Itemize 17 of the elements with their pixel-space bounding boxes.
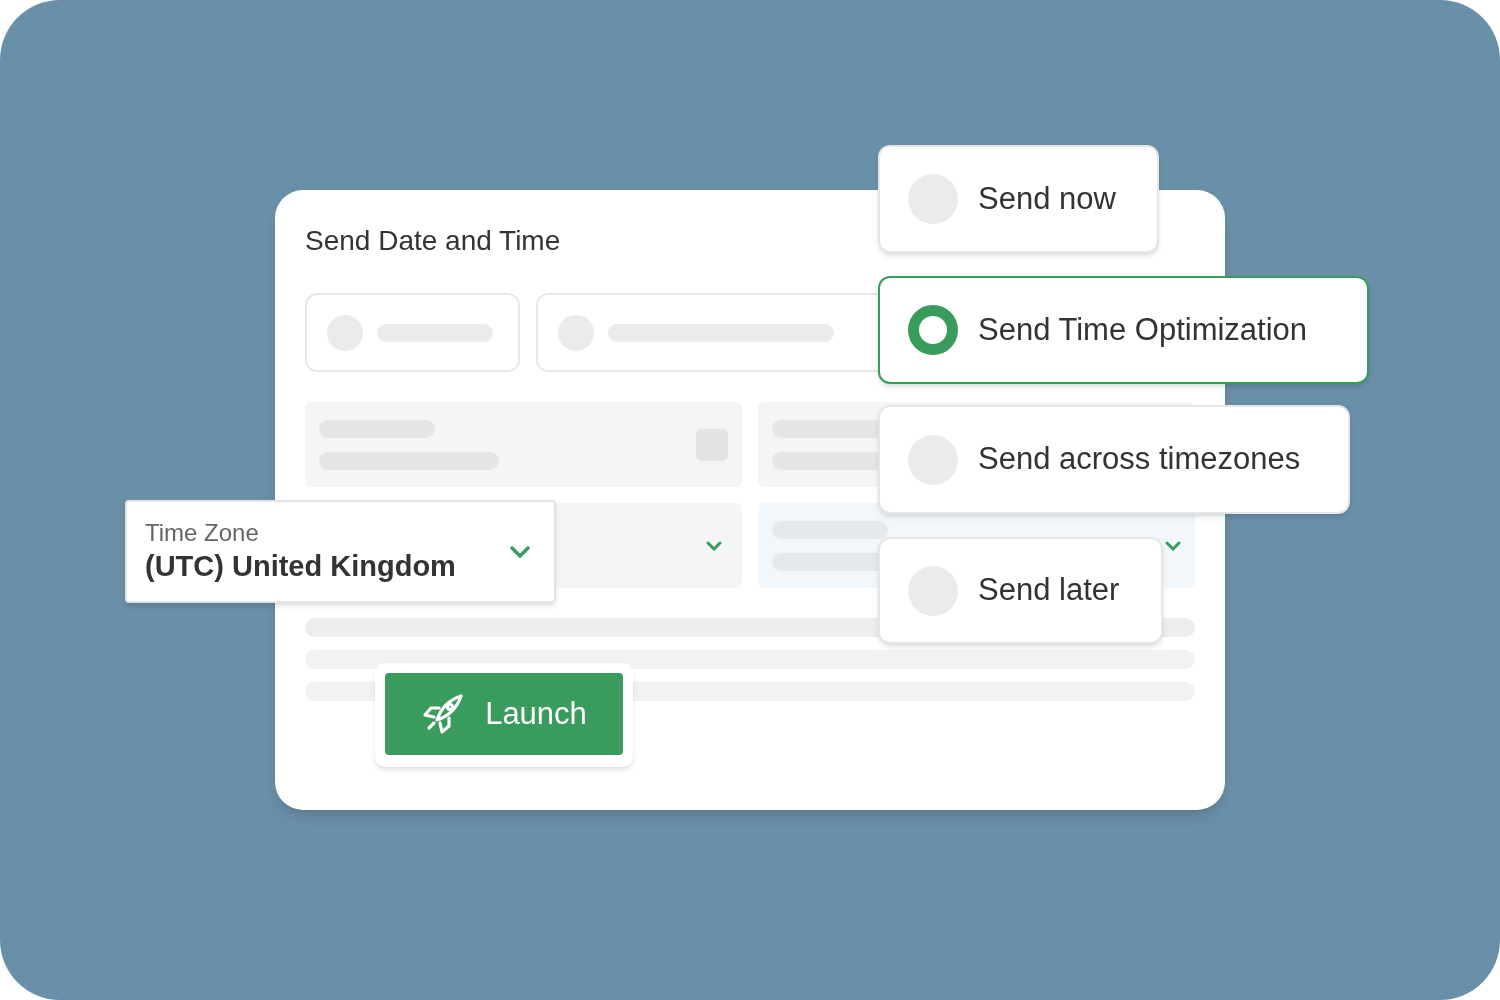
chevron-down-icon [706, 540, 722, 551]
radio-button[interactable] [908, 305, 958, 355]
rocket-icon [421, 692, 466, 736]
option-label: Send across timezones [978, 440, 1301, 479]
option-label: Send Time Optimization [978, 310, 1308, 349]
option-card[interactable]: Send across timezones [878, 405, 1350, 514]
field-label: Time Zone [145, 518, 260, 547]
card-title: Send Date and Time [305, 224, 562, 258]
option-label: Send now [978, 179, 1116, 218]
option-label: Send later [978, 571, 1120, 610]
option-card[interactable]: Send Time Optimization [878, 276, 1369, 384]
time-zone-dropdown[interactable]: Time Zone (UTC) United Kingdom [125, 500, 556, 603]
option-card[interactable]: Send later [878, 537, 1163, 644]
chevron-down-icon [510, 545, 530, 558]
field-value: (UTC) United Kingdom [145, 548, 456, 584]
option-card[interactable]: Send now [878, 145, 1159, 253]
chevron-down-icon [1165, 540, 1181, 551]
